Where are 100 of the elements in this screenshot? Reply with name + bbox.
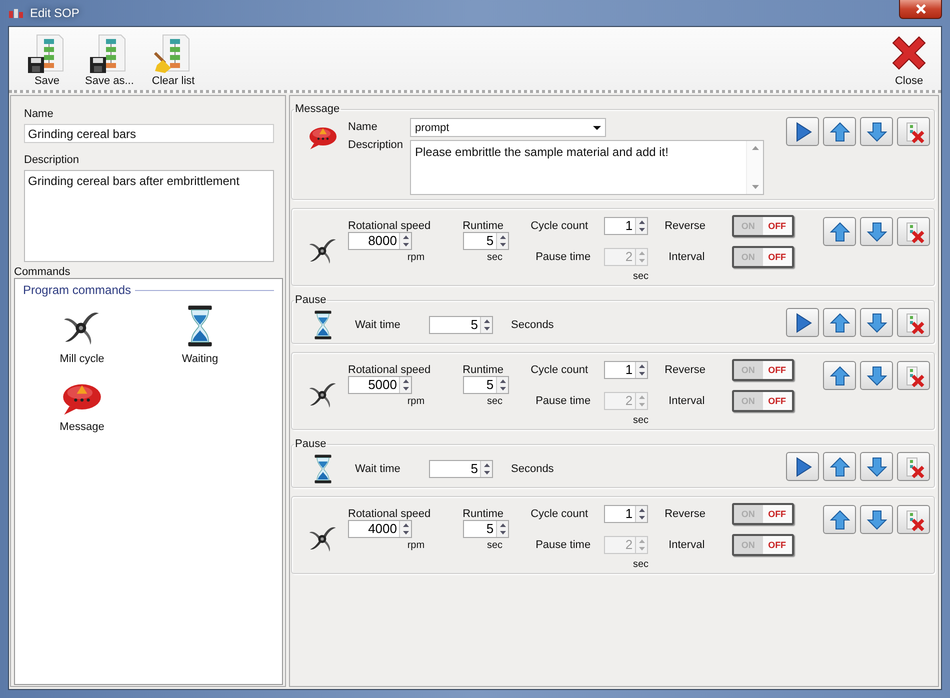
close-button[interactable] [899,0,942,19]
command-item[interactable]: Mill cycle [23,305,141,365]
move-down-button[interactable] [860,117,893,146]
name-field[interactable]: Grinding cereal bars [24,124,274,143]
field-label: Pause time [534,539,592,551]
description-field[interactable]: Grinding cereal bars after embrittlement [24,170,274,262]
field-label: Runtime [462,508,505,520]
field-label: Runtime [462,220,505,232]
spin-box[interactable]: 8000 [348,232,412,250]
caret-icon [593,126,601,130]
move-up-button[interactable] [823,505,856,534]
unit-label: sec [486,540,504,551]
name-dropdown[interactable]: prompt [410,118,606,137]
move-down-button[interactable] [860,308,893,337]
move-down-button[interactable] [860,505,893,534]
play-button[interactable] [786,117,819,146]
field-label: Cycle count [530,220,590,232]
field-label: Runtime [462,364,505,376]
arrow-down-icon [866,120,888,142]
close-icon [914,3,926,15]
scroll-down-icon [750,184,760,190]
spin-box[interactable]: 5 [462,520,509,538]
play-button[interactable] [786,308,819,337]
move-up-button[interactable] [823,452,856,481]
group-title: Message [294,103,341,115]
spin-box[interactable]: 1 [604,361,648,379]
field-label: Description [348,139,404,151]
spin-box[interactable]: 5 [429,460,493,478]
play-button[interactable] [786,452,819,481]
description-field[interactable]: Please embrittle the sample material and add it! [410,140,764,195]
move-up-button[interactable] [823,308,856,337]
field-label: Wait time [354,462,402,474]
arrow-up-icon [828,120,850,142]
unit-label: rpm [406,252,426,263]
hourglass-icon [312,454,334,484]
field-label: Cycle count [530,364,590,376]
arrow-up-icon [828,508,850,530]
spin-box[interactable]: 1 [604,217,648,235]
field-label: Name [24,108,54,120]
move-up-button[interactable] [823,361,856,390]
unit-label: Seconds [511,462,554,474]
close-button[interactable]: Close [885,33,933,87]
arrow-up-icon [828,364,850,386]
command-item[interactable]: Waiting [141,305,259,365]
unit-label: rpm [406,396,426,407]
move-down-button[interactable] [860,217,893,246]
clear-list-button[interactable]: Clear list [148,33,199,87]
hourglass-icon [312,310,334,340]
spin-box[interactable]: 5 [462,232,509,250]
unit-label: sec [486,252,504,263]
delete-button[interactable] [897,452,930,481]
move-down-button[interactable] [860,452,893,481]
scroll-bar[interactable] [746,141,763,194]
field-label: Rotational speed [348,364,431,376]
command-item[interactable]: Message [23,373,141,433]
unit-label: Seconds [511,318,554,330]
field-label: Cycle count [530,508,590,520]
spin-box[interactable]: 5000 [348,376,412,394]
field-label: Interval [668,251,706,263]
move-up-button[interactable] [823,117,856,146]
hourglass-icon [185,303,215,349]
window-title: Edit SOP [30,6,80,20]
unit-label: rpm [406,540,426,551]
delete-button[interactable] [897,308,930,337]
group-title: Pause [294,438,328,450]
field-label: Interval [668,539,706,551]
arrow-down-icon [866,508,888,530]
field-label: Rotational speed [348,508,431,520]
move-up-button[interactable] [823,217,856,246]
group-title: Pause [294,294,328,306]
unit-label: sec [633,415,650,426]
field-label: Reverse [664,220,707,232]
field-label: Description [24,154,80,166]
delete-button[interactable] [897,505,930,534]
message-bubble-icon [308,125,338,151]
spin-box[interactable]: 5 [429,316,493,334]
field-label: Name [348,121,378,133]
field-label: Pause time [534,251,592,263]
move-down-button[interactable] [860,361,893,390]
section-title: Program commands [23,283,132,297]
spin-box[interactable]: 4000 [348,520,412,538]
save-as-button[interactable]: Save as... [81,33,138,87]
delete-button[interactable] [897,217,930,246]
unit-label: sec [486,396,504,407]
arrow-down-icon [866,312,888,334]
field-label: Pause time [534,395,592,407]
field-label: Interval [668,395,706,407]
delete-button[interactable] [897,117,930,146]
arrow-down-icon [866,220,888,242]
arrow-down-icon [866,456,888,478]
unit-label: sec [633,271,650,282]
save-button[interactable]: Save [23,33,71,87]
delete-button[interactable] [897,361,930,390]
field-label: Reverse [664,508,707,520]
arrow-up-icon [828,456,850,478]
app-icon [8,7,24,19]
spin-box[interactable]: 1 [604,505,648,523]
arrow-down-icon [866,364,888,386]
spin-box[interactable]: 5 [462,376,509,394]
scroll-up-icon [750,145,760,151]
